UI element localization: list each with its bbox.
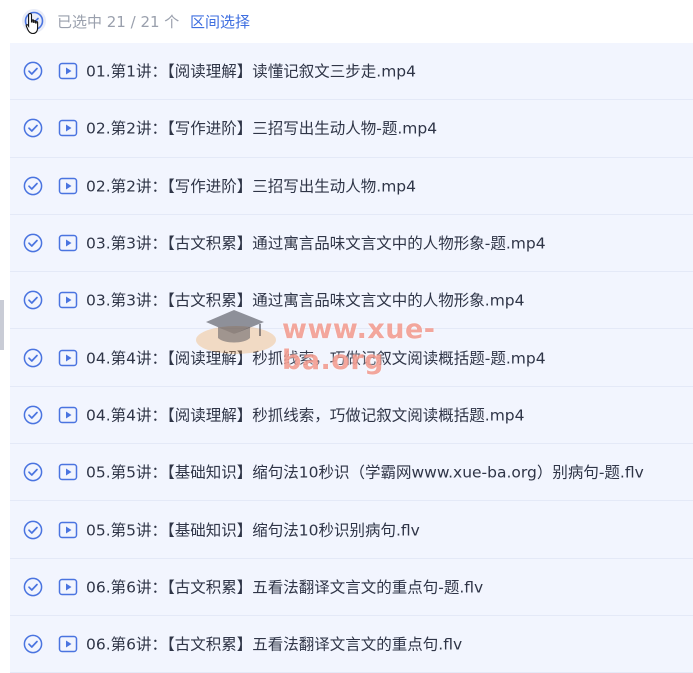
file-row[interactable]: 04.第4讲：【阅读理解】秒抓线索，巧做记叙文阅读概括题.mp4 bbox=[10, 386, 693, 445]
video-file-icon bbox=[58, 406, 78, 424]
left-panel-edge bbox=[0, 0, 10, 670]
check-circle-icon[interactable] bbox=[23, 577, 43, 597]
video-file-icon bbox=[58, 292, 78, 309]
file-row[interactable]: 06.第6讲：【古文积累】五看法翻译文言文的重点句-题.flv bbox=[10, 558, 693, 616]
video-file-icon bbox=[58, 635, 78, 653]
file-name: 03.第3讲：【古文积累】通过寓言品味文言文中的人物形象-题.mp4 bbox=[86, 234, 546, 253]
check-circle-icon[interactable] bbox=[23, 462, 43, 482]
file-row[interactable]: 02.第2讲：【写作进阶】三招写出生动人物-题.mp4 bbox=[10, 100, 693, 158]
video-file-icon bbox=[58, 463, 78, 481]
check-circle-icon[interactable] bbox=[23, 233, 43, 253]
video-file-icon bbox=[58, 349, 78, 366]
check-circle-icon[interactable] bbox=[23, 634, 43, 654]
file-name: 05.第5讲：【基础知识】缩句法10秒识（学霸网www.xue-ba.org）别… bbox=[86, 463, 644, 482]
check-circle-icon[interactable] bbox=[23, 290, 43, 310]
video-file-icon bbox=[58, 234, 78, 252]
file-name: 03.第3讲：【古文积累】通过寓言品味文言文中的人物形象.mp4 bbox=[86, 291, 525, 310]
selection-header: 已选中 21 / 21 个 区间选择 bbox=[0, 0, 693, 42]
file-name: 06.第6讲：【古文积累】五看法翻译文言文的重点句.flv bbox=[86, 635, 463, 654]
file-name: 04.第4讲：【阅读理解】秒抓线索，巧做记叙文阅读概括题-题.mp4 bbox=[86, 349, 546, 368]
file-name: 05.第5讲：【基础知识】缩句法10秒识别病句.flv bbox=[86, 521, 420, 540]
range-select-link[interactable]: 区间选择 bbox=[190, 11, 250, 32]
check-circle-icon[interactable] bbox=[23, 61, 43, 81]
video-file-icon bbox=[58, 578, 78, 596]
file-row[interactable]: 06.第6讲：【古文积累】五看法翻译文言文的重点句.flv bbox=[10, 615, 693, 673]
file-row[interactable]: 05.第5讲：【基础知识】缩句法10秒识别病句.flv bbox=[10, 501, 693, 559]
file-name: 04.第4讲：【阅读理解】秒抓线索，巧做记叙文阅读概括题.mp4 bbox=[86, 406, 525, 425]
file-row[interactable]: 02.第2讲：【写作进阶】三招写出生动人物.mp4 bbox=[10, 157, 693, 215]
check-circle-icon[interactable] bbox=[23, 348, 43, 368]
video-file-icon bbox=[58, 177, 78, 194]
file-row[interactable]: 01.第1讲：【阅读理解】读懂记叙文三步走.mp4 bbox=[10, 43, 693, 101]
file-name: 01.第1讲：【阅读理解】读懂记叙文三步走.mp4 bbox=[86, 62, 416, 81]
hand-pointer-icon bbox=[25, 12, 39, 35]
video-file-icon bbox=[58, 62, 78, 80]
check-circle-icon[interactable] bbox=[23, 176, 43, 196]
check-circle-icon[interactable] bbox=[23, 118, 43, 138]
file-name: 02.第2讲：【写作进阶】三招写出生动人物-题.mp4 bbox=[86, 119, 438, 138]
file-row[interactable]: 03.第3讲：【古文积累】通过寓言品味文言文中的人物形象.mp4 bbox=[10, 272, 693, 330]
video-file-icon bbox=[58, 120, 78, 137]
check-circle-icon[interactable] bbox=[23, 520, 43, 540]
video-file-icon bbox=[58, 521, 78, 538]
file-name: 02.第2讲：【写作进阶】三招写出生动人物.mp4 bbox=[86, 177, 416, 196]
file-row[interactable]: 04.第4讲：【阅读理解】秒抓线索，巧做记叙文阅读概括题-题.mp4 bbox=[10, 329, 693, 387]
file-name: 06.第6讲：【古文积累】五看法翻译文言文的重点句-题.flv bbox=[86, 578, 484, 597]
check-circle-icon[interactable] bbox=[23, 405, 43, 425]
file-list: 01.第1讲：【阅读理解】读懂记叙文三步走.mp4 02.第2讲：【写作进阶】三招… bbox=[10, 43, 693, 673]
file-row[interactable]: 03.第3讲：【古文积累】通过寓言品味文言文中的人物形象-题.mp4 bbox=[10, 214, 693, 273]
file-row[interactable]: 05.第5讲：【基础知识】缩句法10秒识（学霸网www.xue-ba.org）别… bbox=[10, 444, 693, 502]
panel-edge-marker bbox=[0, 300, 4, 350]
selection-count: 已选中 21 / 21 个 bbox=[57, 13, 180, 31]
